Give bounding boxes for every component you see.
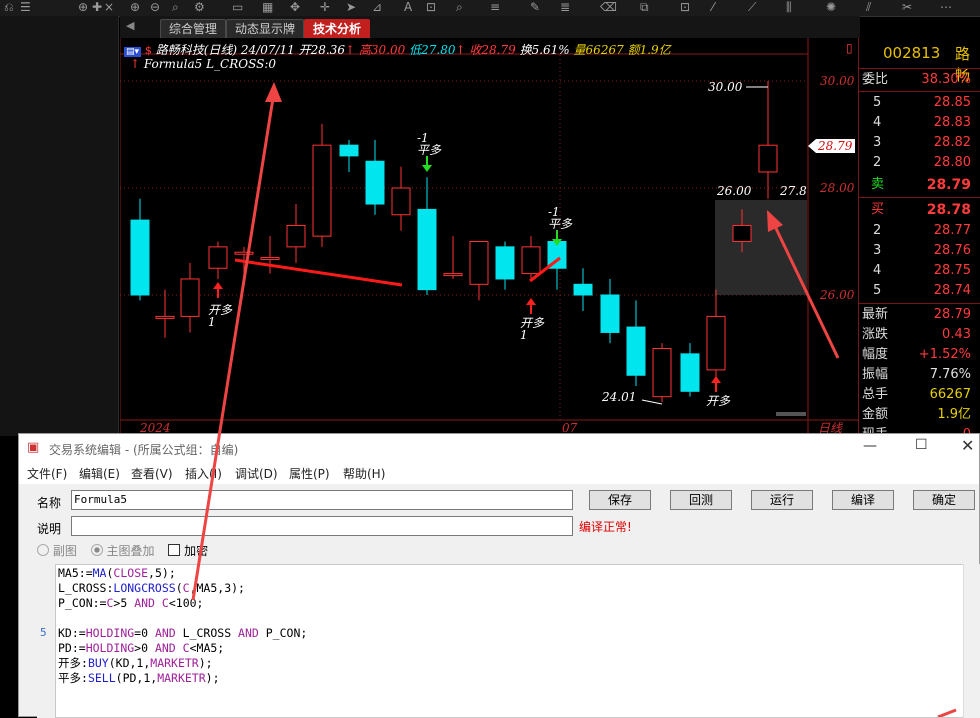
annotation-arrow-line xyxy=(191,91,276,601)
annotation-arrow-line xyxy=(770,219,840,359)
annotation-arrowhead xyxy=(265,82,282,102)
annotation-arrowhead xyxy=(767,210,783,232)
annotation-overlay xyxy=(191,82,957,717)
annotation-arrow-line xyxy=(937,708,957,717)
